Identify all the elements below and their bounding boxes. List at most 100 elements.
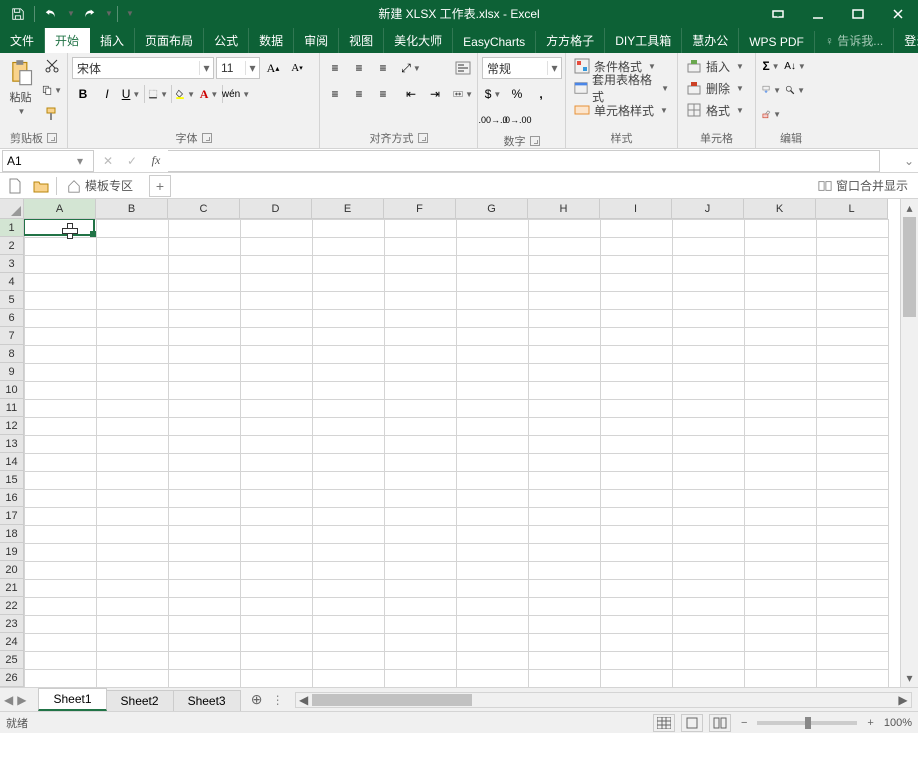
cell-F3[interactable] bbox=[385, 256, 457, 274]
font-color-button[interactable]: A▼ bbox=[198, 83, 220, 105]
cell-E15[interactable] bbox=[313, 472, 385, 490]
cell-H7[interactable] bbox=[529, 328, 601, 346]
column-header-D[interactable]: D bbox=[240, 199, 312, 218]
align-middle-button[interactable]: ≡ bbox=[348, 57, 370, 79]
cell-I26[interactable] bbox=[601, 670, 673, 688]
cell-D26[interactable] bbox=[241, 670, 313, 688]
cell-K16[interactable] bbox=[745, 490, 817, 508]
cell-F23[interactable] bbox=[385, 616, 457, 634]
qat-customize[interactable]: ▼ bbox=[122, 3, 136, 25]
cell-E25[interactable] bbox=[313, 652, 385, 670]
accounting-format-button[interactable]: $▼ bbox=[482, 83, 504, 105]
select-all-corner[interactable] bbox=[0, 199, 24, 219]
sort-filter-button[interactable]: A↓▼ bbox=[784, 55, 806, 77]
cell-E1[interactable] bbox=[313, 220, 385, 238]
sheet-tab-sheet3[interactable]: Sheet3 bbox=[173, 690, 241, 711]
cell-E16[interactable] bbox=[313, 490, 385, 508]
cell-J22[interactable] bbox=[673, 598, 745, 616]
cell-I25[interactable] bbox=[601, 652, 673, 670]
close-button[interactable] bbox=[878, 0, 918, 27]
fill-button[interactable]: ▼ bbox=[760, 79, 782, 101]
comma-button[interactable]: , bbox=[530, 83, 552, 105]
cell-B16[interactable] bbox=[97, 490, 169, 508]
cell-L16[interactable] bbox=[817, 490, 889, 508]
new-file-icon[interactable] bbox=[4, 175, 26, 197]
orientation-button[interactable]: ⤢▼ bbox=[400, 57, 422, 79]
cell-K21[interactable] bbox=[745, 580, 817, 598]
cell-L8[interactable] bbox=[817, 346, 889, 364]
cell-F5[interactable] bbox=[385, 292, 457, 310]
cell-F19[interactable] bbox=[385, 544, 457, 562]
row-header-1[interactable]: 1 bbox=[0, 219, 23, 237]
cell-B2[interactable] bbox=[97, 238, 169, 256]
cells-area[interactable] bbox=[24, 219, 900, 687]
cell-H1[interactable] bbox=[529, 220, 601, 238]
tab-data[interactable]: 数据 bbox=[249, 28, 294, 53]
cell-D25[interactable] bbox=[241, 652, 313, 670]
cell-G7[interactable] bbox=[457, 328, 529, 346]
cell-B21[interactable] bbox=[97, 580, 169, 598]
cell-K24[interactable] bbox=[745, 634, 817, 652]
cell-B15[interactable] bbox=[97, 472, 169, 490]
cell-K4[interactable] bbox=[745, 274, 817, 292]
cell-A7[interactable] bbox=[25, 328, 97, 346]
cell-L26[interactable] bbox=[817, 670, 889, 688]
cell-B13[interactable] bbox=[97, 436, 169, 454]
cell-J24[interactable] bbox=[673, 634, 745, 652]
insert-cells-button[interactable]: 插入▼ bbox=[682, 55, 748, 77]
cell-B8[interactable] bbox=[97, 346, 169, 364]
cell-L17[interactable] bbox=[817, 508, 889, 526]
cell-L3[interactable] bbox=[817, 256, 889, 274]
horizontal-scrollbar[interactable]: ◀ ▶ bbox=[295, 692, 912, 708]
phonetic-button[interactable]: wén▼ bbox=[225, 83, 247, 105]
cell-H12[interactable] bbox=[529, 418, 601, 436]
cell-E5[interactable] bbox=[313, 292, 385, 310]
row-headers[interactable]: 1234567891011121314151617181920212223242… bbox=[0, 219, 24, 687]
cell-L11[interactable] bbox=[817, 400, 889, 418]
align-center-button[interactable]: ≡ bbox=[348, 83, 370, 105]
cell-F16[interactable] bbox=[385, 490, 457, 508]
cell-I5[interactable] bbox=[601, 292, 673, 310]
page-layout-view-button[interactable] bbox=[681, 714, 703, 732]
cell-C7[interactable] bbox=[169, 328, 241, 346]
vscroll-thumb[interactable] bbox=[903, 217, 916, 317]
clear-button[interactable]: ▼ bbox=[760, 103, 782, 125]
cell-K10[interactable] bbox=[745, 382, 817, 400]
cell-A1[interactable] bbox=[25, 220, 97, 238]
cell-J26[interactable] bbox=[673, 670, 745, 688]
align-left-button[interactable]: ≡ bbox=[324, 83, 346, 105]
row-header-21[interactable]: 21 bbox=[0, 579, 23, 597]
paste-button[interactable]: 粘贴▼ bbox=[4, 55, 37, 116]
cell-H5[interactable] bbox=[529, 292, 601, 310]
cell-J1[interactable] bbox=[673, 220, 745, 238]
column-header-B[interactable]: B bbox=[96, 199, 168, 218]
cell-F20[interactable] bbox=[385, 562, 457, 580]
cell-A8[interactable] bbox=[25, 346, 97, 364]
cell-C25[interactable] bbox=[169, 652, 241, 670]
decrease-font-button[interactable]: A▾ bbox=[286, 57, 308, 79]
cell-H6[interactable] bbox=[529, 310, 601, 328]
cell-G1[interactable] bbox=[457, 220, 529, 238]
zoom-thumb[interactable] bbox=[805, 717, 811, 729]
cell-F17[interactable] bbox=[385, 508, 457, 526]
cell-C20[interactable] bbox=[169, 562, 241, 580]
table-format-button[interactable]: 套用表格格式▼ bbox=[570, 77, 673, 99]
cell-D14[interactable] bbox=[241, 454, 313, 472]
cell-J6[interactable] bbox=[673, 310, 745, 328]
align-right-button[interactable]: ≡ bbox=[372, 83, 394, 105]
cell-H26[interactable] bbox=[529, 670, 601, 688]
cell-B11[interactable] bbox=[97, 400, 169, 418]
cell-F26[interactable] bbox=[385, 670, 457, 688]
hscroll-thumb[interactable] bbox=[312, 694, 472, 706]
cell-C8[interactable] bbox=[169, 346, 241, 364]
cell-A18[interactable] bbox=[25, 526, 97, 544]
cell-K3[interactable] bbox=[745, 256, 817, 274]
scroll-left-button[interactable]: ◀ bbox=[296, 693, 312, 707]
cell-F14[interactable] bbox=[385, 454, 457, 472]
tab-view[interactable]: 视图 bbox=[339, 28, 384, 53]
cell-F6[interactable] bbox=[385, 310, 457, 328]
cell-I22[interactable] bbox=[601, 598, 673, 616]
cell-J15[interactable] bbox=[673, 472, 745, 490]
cell-K9[interactable] bbox=[745, 364, 817, 382]
cell-F18[interactable] bbox=[385, 526, 457, 544]
